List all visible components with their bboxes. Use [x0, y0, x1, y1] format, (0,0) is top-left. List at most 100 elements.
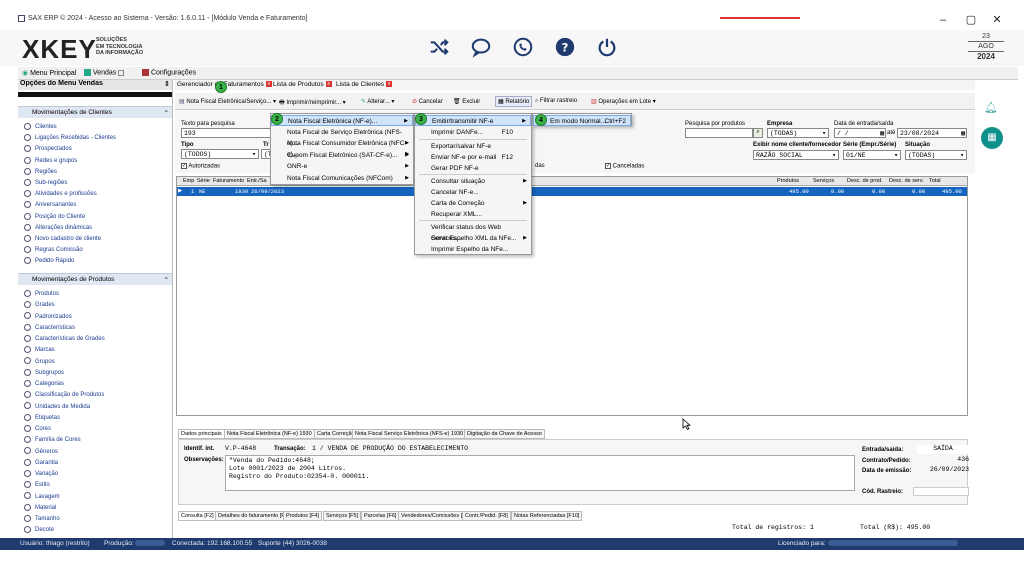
menu-item[interactable]: Imprimir DANFe... F10 — [415, 127, 531, 138]
sidebar-item[interactable]: Redes e grupos — [24, 156, 77, 167]
pin-icon[interactable]: ⇕ — [164, 80, 170, 88]
sidebar-item[interactable]: Estilo — [24, 480, 50, 491]
sidebar-item[interactable]: Garantia — [24, 458, 58, 469]
menu-item[interactable]: Recuperar XML... — [415, 209, 531, 220]
close-icon[interactable]: x — [386, 81, 393, 88]
sidebar-item[interactable]: Alterações dinâmicas — [24, 223, 92, 234]
sidebar-item[interactable]: Características de Grades — [24, 334, 105, 345]
col-faturamento[interactable]: Faturamento — [213, 178, 244, 184]
data-de-input[interactable]: / / ▦ — [834, 128, 886, 138]
canceladas-checkbox[interactable]: ✓ Canceladas — [605, 163, 644, 170]
close-button[interactable]: ✕ — [982, 12, 1012, 28]
menu-principal-tab[interactable]: ◉ Menu Principal — [22, 69, 76, 77]
sidebar-item[interactable]: Lavagem — [24, 492, 60, 503]
col-desc-prod[interactable]: Desc. de prod. — [847, 178, 883, 184]
sidebar-item[interactable]: Clientes — [24, 122, 57, 133]
pesquisa-produtos-input[interactable] — [685, 128, 753, 138]
bottom-tab[interactable]: Detalhes do faturamento [F3] — [215, 511, 293, 521]
sidebar-item[interactable]: Atividades e profissões — [24, 189, 97, 200]
sidebar-item[interactable]: Características — [24, 323, 75, 334]
obs-textarea[interactable]: "Venda do Pedido:4648; Lote 0001/2023 de… — [225, 455, 855, 491]
tab-lista-produtos[interactable]: Lista de Produtos x — [273, 81, 332, 88]
cancelar-button[interactable]: ⊘ Cancelar — [412, 98, 443, 105]
detail-tab[interactable]: Dados principais — [178, 429, 225, 439]
power-icon[interactable] — [596, 36, 618, 58]
sidebar-item[interactable]: Prospectados — [24, 144, 72, 155]
bottom-tab[interactable]: Contr./Pedid. [F8] — [462, 511, 511, 521]
sidebar-item[interactable]: Padronizados — [24, 312, 72, 323]
sidebar-item[interactable]: Variação — [24, 469, 58, 480]
menu-item[interactable]: Nota Fiscal Comunicações (NFCom) ▶ — [271, 173, 413, 184]
sidebar-item[interactable]: Família de Cores — [24, 435, 81, 446]
shuffle-icon[interactable] — [428, 36, 450, 58]
vendas-tab[interactable]: Vendas — [84, 69, 125, 76]
operacoes-lote-button[interactable]: ▥ Operações em Lote ▾ — [591, 98, 656, 105]
rastreio-input[interactable] — [913, 487, 969, 496]
empresa-select[interactable]: (TODAS) ▾ — [767, 128, 829, 138]
sidebar-item[interactable]: Cores — [24, 424, 51, 435]
autorizadas-checkbox[interactable]: ✓ Autorizadas — [181, 163, 220, 170]
menu-item[interactable]: Consultar situação ▶ — [415, 176, 531, 187]
sidebar-item[interactable]: Aniversariantes — [24, 200, 76, 211]
search-products-icon[interactable]: ⌕ — [753, 128, 763, 138]
sidebar-item[interactable]: Subgrupos — [24, 368, 64, 379]
relatorio-button[interactable]: ▦ Relatório — [495, 96, 533, 107]
close-icon[interactable]: x — [265, 81, 272, 88]
configuracoes-tab[interactable]: Configurações — [142, 69, 196, 76]
situacao-select[interactable]: (TODAS) ▾ — [905, 150, 967, 160]
sidebar-item[interactable]: Unidades de Medida — [24, 402, 90, 413]
menu-item[interactable]: Cancelar NF-e... — [415, 187, 531, 198]
sidebar-item[interactable]: Classificação de Produtos — [24, 390, 104, 401]
bottom-tab[interactable]: Produtos [F4] — [283, 511, 323, 521]
menu-item[interactable]: Enviar NF-e por e-mail F12 — [415, 152, 531, 163]
nfe-servico-button[interactable]: ▤ Nota Fiscal Eletrônica/Serviço... ▾ — [179, 98, 276, 105]
sidebar-item[interactable]: Material — [24, 503, 56, 514]
col-total[interactable]: Total — [929, 178, 941, 184]
bottom-tab[interactable]: Parcelas [F6] — [361, 511, 400, 521]
filtrar-rastreio-button[interactable]: ⌕ Filtrar rastreio — [535, 98, 577, 105]
calendar-icon[interactable]: ▦ — [981, 127, 1003, 149]
sidebar-item[interactable]: Grades — [24, 300, 55, 311]
detail-tab[interactable]: Nota Fiscal Eletrônica (NF-e) 1930 — [224, 429, 315, 439]
menu-item[interactable]: Carta de Correção ▶ — [415, 198, 531, 209]
sidebar-item[interactable]: Grupos — [24, 357, 55, 368]
menu-item[interactable]: GNR-e ▶ — [271, 161, 413, 172]
data-ate-input[interactable]: 23/08/2024 ▦ — [897, 128, 967, 138]
sidebar-item[interactable]: Etiquetas — [24, 413, 60, 424]
minimize-button[interactable]: – — [928, 12, 958, 28]
detail-tab[interactable]: Nota Fiscal Serviço Eletrônica (NFS-e) 1… — [352, 429, 467, 439]
sidebar-item[interactable]: Produtos — [24, 289, 59, 300]
sidebar-item[interactable]: Tamanho — [24, 514, 60, 525]
menu-item[interactable]: Gerar PDF NF-e — [415, 163, 531, 174]
exibir-select[interactable]: RAZÃO SOCIAL ▾ — [753, 150, 839, 160]
menu-item[interactable]: Verificar status dos Web Services... ▶ — [415, 222, 531, 242]
table-row[interactable]: ▶ 1 NE 1930 26/09/2023 495.00 0.00 0.00 … — [177, 187, 967, 196]
bottom-tab[interactable]: Serviços [F5] — [323, 511, 362, 521]
detail-tab[interactable]: Digitação da Chave de Acesso — [464, 429, 545, 439]
help-icon[interactable]: ? — [554, 36, 576, 58]
serie-select[interactable]: 01/NE ▾ — [843, 150, 901, 160]
col-produtos[interactable]: Produtos — [777, 178, 799, 184]
close-icon[interactable]: x — [325, 81, 332, 88]
bottom-tab[interactable]: Notas Referenciadas [F10] — [511, 511, 583, 521]
menu-item[interactable]: Exportar/salvar NF-e — [415, 141, 531, 152]
whatsapp-icon[interactable] — [512, 36, 534, 58]
col-emp[interactable]: Emp — [183, 178, 194, 184]
sidebar-item[interactable]: Regiões — [24, 167, 57, 178]
section-movimentacoes-clientes[interactable]: Movimentações de Clientes ⌃ — [18, 106, 172, 118]
sidebar-item[interactable]: Ligações Recebidas - Clientes — [24, 133, 116, 144]
sidebar-item[interactable]: Marcas — [24, 345, 55, 356]
sidebar-item[interactable]: Posição do Cliente — [24, 212, 85, 223]
excluir-button[interactable]: 🗑 Excluir — [453, 98, 480, 105]
menu-item[interactable]: Nota Fiscal Eletrônica (NF-e)... ▶ — [271, 115, 413, 126]
menu-item[interactable]: Cupom Fiscal Eletrônico (SAT-CF-e)... ▶ — [271, 150, 413, 161]
tab-lista-clientes[interactable]: Lista de Clientes x — [336, 81, 393, 88]
texto-pesquisa-input[interactable]: 193 — [181, 128, 271, 138]
sidebar-item[interactable]: Novo cadastro de cliente — [24, 234, 101, 245]
sidebar-item[interactable]: Gêneros — [24, 447, 58, 458]
menu-item[interactable]: Nota Fiscal de Serviço Eletrônica (NFS-e… — [271, 127, 413, 147]
section-movimentacoes-produtos[interactable]: Movimentações de Produtos ⌃ — [18, 273, 172, 285]
bottom-tab[interactable]: Consulta [F2] — [178, 511, 217, 521]
menu-item[interactable]: Nota Fiscal Consumidor Eletrônica (NFC-e… — [271, 138, 413, 158]
bell-icon[interactable]: 🔔︎ — [984, 101, 1000, 117]
